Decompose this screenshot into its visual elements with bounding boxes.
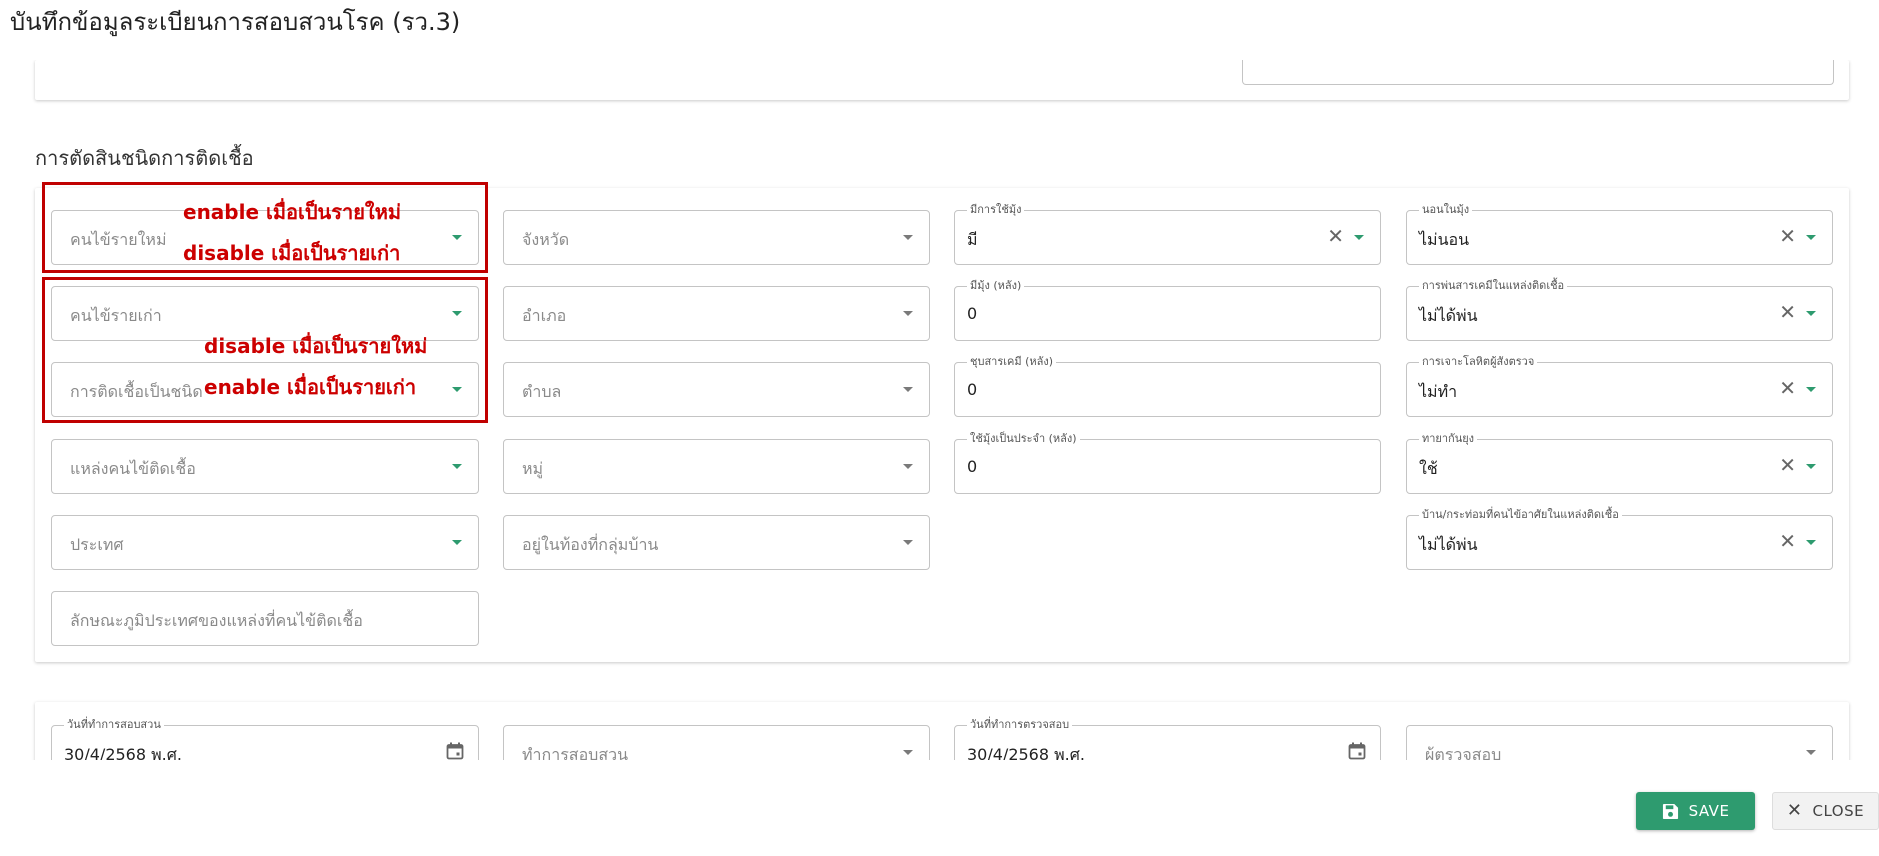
close-icon[interactable]: ✕: [1779, 376, 1796, 400]
net-usage-select[interactable]: มีการใช้มุ้ง มี ✕: [954, 203, 1381, 265]
annotation-old-line1: disable เมื่อเป็นรายใหม่: [204, 334, 428, 358]
save-button[interactable]: SAVE: [1636, 792, 1755, 830]
calendar-icon[interactable]: [446, 742, 464, 760]
infection-source-select[interactable]: แหล่งคนไข้ติดเชื้อ: [51, 439, 479, 494]
chevron-down-icon[interactable]: [1806, 540, 1816, 545]
investigation-date-label: วันที่ทำการสอบสวน: [64, 718, 164, 732]
chevron-down-icon[interactable]: [903, 387, 913, 392]
close-icon: ✕: [1786, 800, 1803, 821]
floppy-disk-icon: [1662, 803, 1678, 819]
village-select[interactable]: หมู่: [503, 439, 930, 494]
source-spray-label: การพ่นสารเคมีในแหล่งติดเชื้อ: [1419, 279, 1568, 293]
section-title: การตัดสินชนิดการติดเชื้อ: [35, 146, 254, 170]
blood-test-value: ไม่ทำ: [1419, 382, 1458, 401]
investigator-select[interactable]: ทำการสอบสวน: [503, 725, 930, 760]
subdistrict-select[interactable]: ตำบล: [503, 362, 930, 417]
chemical-dip-after-input[interactable]: ชุบสารเคมี (หลัง) 0: [954, 355, 1381, 417]
chevron-down-icon[interactable]: [903, 750, 913, 755]
calendar-icon[interactable]: [1348, 742, 1366, 760]
infection-source-placeholder: แหล่งคนไข้ติดเชื้อ: [70, 459, 196, 478]
form-scroll-area[interactable]: การตัดสินชนิดการติดเชื้อ คนไข้รายใหม่ คน…: [0, 60, 1879, 760]
chemical-dip-after-label: ชุบสารเคมี (หลัง): [967, 355, 1057, 369]
blood-test-select[interactable]: การเจาะโลหิตผู้สังตรวจ ไม่ทำ ✕: [1406, 355, 1833, 417]
previous-section-card: [35, 60, 1849, 100]
geography-placeholder: ลักษณะภูมิประเทศของแหล่งที่คนไข้ติดเชื้อ: [70, 611, 363, 630]
inspector-select[interactable]: ผู้ตรวจสอบ: [1406, 725, 1833, 760]
village-placeholder: หมู่: [522, 459, 544, 478]
country-placeholder: ประเทศ: [70, 535, 124, 554]
blood-test-label: การเจาะโลหิตผู้สังตรวจ: [1419, 355, 1538, 369]
repellent-select[interactable]: ทายากันยุง ใช้ ✕: [1406, 432, 1833, 494]
regular-net-use-after-input[interactable]: ใช้มุ้งเป็นประจำ (หลัง) 0: [954, 432, 1381, 494]
chevron-down-icon[interactable]: [903, 464, 913, 469]
chemical-dip-after-value: 0: [967, 380, 978, 399]
house-spray-value: ไม่ได้พ่น: [1419, 535, 1478, 554]
nets-after-label: มีมุ้ง (หลัง): [967, 279, 1025, 293]
village-cluster-placeholder: อยู่ในท้องที่กลุ่มบ้าน: [522, 535, 659, 554]
country-select[interactable]: ประเทศ: [51, 515, 479, 570]
nets-after-value: 0: [967, 304, 978, 323]
house-spray-select[interactable]: บ้าน/กระท่อมที่คนไข้อาศัยในแหล่งติดเชื้อ…: [1406, 508, 1833, 570]
save-button-label: SAVE: [1688, 802, 1730, 820]
annotation-new-line2: disable เมื่อเป็นรายเก่า: [183, 241, 401, 265]
close-icon[interactable]: ✕: [1779, 224, 1796, 248]
inspection-date-label: วันที่ทำการตรวจสอบ: [967, 718, 1073, 732]
annotation-old-line2: enable เมื่อเป็นรายเก่า: [204, 375, 417, 399]
investigation-date-value: 30/4/2568 พ.ศ.: [64, 745, 182, 760]
subdistrict-placeholder: ตำบล: [522, 382, 562, 401]
close-icon[interactable]: ✕: [1779, 453, 1796, 477]
close-button[interactable]: ✕ CLOSE: [1772, 792, 1879, 830]
regular-net-use-after-label: ใช้มุ้งเป็นประจำ (หลัง): [967, 432, 1080, 446]
source-spray-value: ไม่ได้พ่น: [1419, 306, 1478, 325]
repellent-value: ใช้: [1419, 459, 1438, 478]
district-select[interactable]: อำเภอ: [503, 286, 930, 341]
chevron-down-icon[interactable]: [1806, 750, 1816, 755]
chevron-down-icon[interactable]: [452, 540, 462, 545]
close-icon[interactable]: ✕: [1327, 224, 1344, 248]
province-placeholder: จังหวัด: [522, 230, 570, 249]
inspection-date-picker[interactable]: วันที่ทำการตรวจสอบ 30/4/2568 พ.ศ.: [954, 718, 1381, 760]
chevron-down-icon[interactable]: [903, 540, 913, 545]
geography-input[interactable]: ลักษณะภูมิประเทศของแหล่งที่คนไข้ติดเชื้อ: [51, 591, 479, 646]
chevron-down-icon[interactable]: [1806, 311, 1816, 316]
sleep-in-net-label: นอนในมุ้ง: [1419, 203, 1473, 217]
regular-net-use-after-value: 0: [967, 457, 978, 476]
sleep-in-net-value: ไม่นอน: [1419, 230, 1470, 249]
page-title: บันทึกข้อมูลระเบียนการสอบสวนโรค (รว.3): [10, 8, 461, 36]
sleep-in-net-select[interactable]: นอนในมุ้ง ไม่นอน ✕: [1406, 203, 1833, 265]
village-cluster-select[interactable]: อยู่ในท้องที่กลุ่มบ้าน: [503, 515, 930, 570]
district-placeholder: อำเภอ: [522, 306, 567, 325]
investigator-placeholder: ทำการสอบสวน: [522, 745, 629, 760]
house-spray-label: บ้าน/กระท่อมที่คนไข้อาศัยในแหล่งติดเชื้อ: [1419, 508, 1622, 522]
chevron-down-icon[interactable]: [1806, 387, 1816, 392]
close-icon[interactable]: ✕: [1779, 529, 1796, 553]
investigation-date-picker[interactable]: วันที่ทำการสอบสวน 30/4/2568 พ.ศ.: [51, 718, 479, 760]
previous-field-stub: [1242, 60, 1834, 85]
inspector-placeholder: ผู้ตรวจสอบ: [1425, 745, 1502, 760]
chevron-down-icon[interactable]: [1806, 464, 1816, 469]
repellent-label: ทายากันยุง: [1419, 432, 1478, 446]
source-spray-select[interactable]: การพ่นสารเคมีในแหล่งติดเชื้อ ไม่ได้พ่น ✕: [1406, 279, 1833, 341]
close-button-label: CLOSE: [1812, 802, 1865, 820]
chevron-down-icon[interactable]: [903, 235, 913, 240]
net-usage-label: มีการใช้มุ้ง: [967, 203, 1025, 217]
close-icon[interactable]: ✕: [1779, 300, 1796, 324]
chevron-down-icon[interactable]: [452, 464, 462, 469]
annotation-new-line1: enable เมื่อเป็นรายใหม่: [183, 200, 402, 224]
net-usage-value: มี: [967, 230, 978, 249]
province-select[interactable]: จังหวัด: [503, 210, 930, 265]
inspection-date-value: 30/4/2568 พ.ศ.: [967, 745, 1085, 760]
chevron-down-icon[interactable]: [1354, 235, 1364, 240]
chevron-down-icon[interactable]: [903, 311, 913, 316]
chevron-down-icon[interactable]: [1806, 235, 1816, 240]
nets-after-input[interactable]: มีมุ้ง (หลัง) 0: [954, 279, 1381, 341]
